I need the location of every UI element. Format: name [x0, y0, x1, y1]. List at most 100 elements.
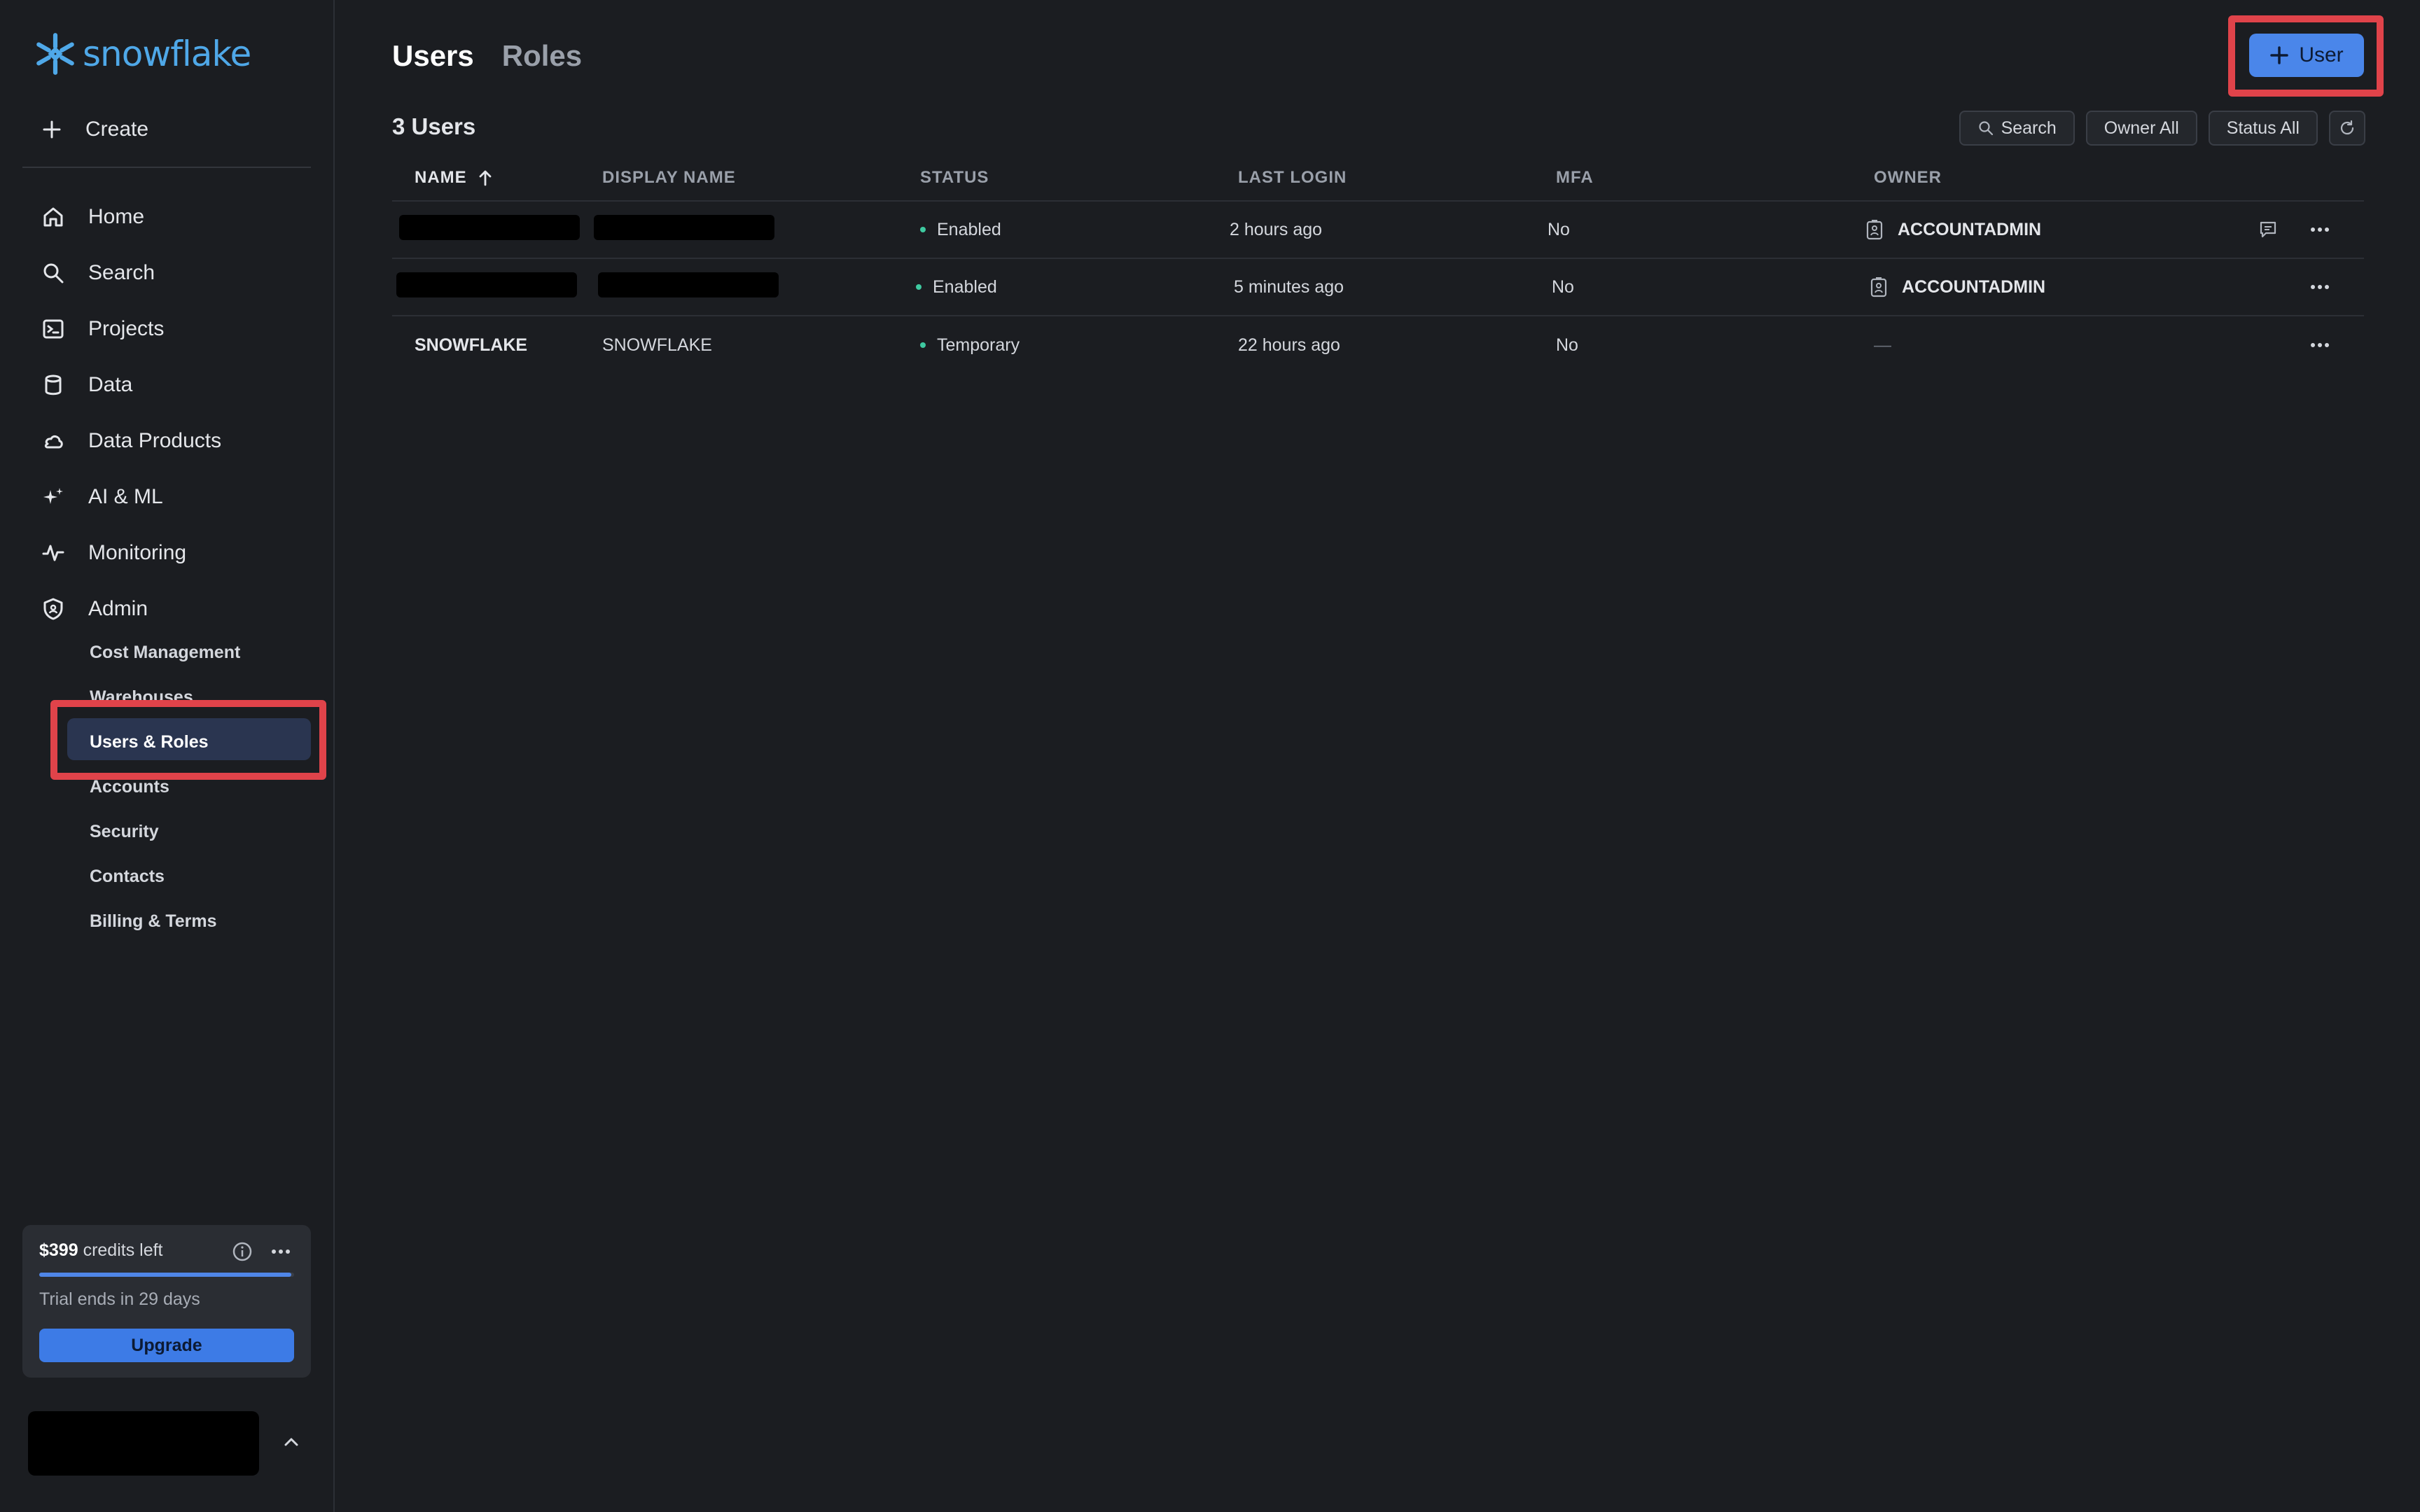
owner-cell: ACCOUNTADMIN: [1870, 276, 2220, 298]
refresh-button[interactable]: [2329, 111, 2365, 146]
users-count: 3 Users: [392, 113, 476, 139]
owner-cell: —: [1874, 335, 2224, 356]
status-cell: Temporary: [920, 335, 1238, 356]
user-name-cell: [392, 214, 602, 245]
sidebar-item-security[interactable]: Security: [90, 809, 240, 854]
chevron-up-icon[interactable]: [280, 1431, 302, 1453]
sidebar-item-projects[interactable]: Projects: [41, 301, 221, 357]
user-name-cell: [392, 272, 602, 302]
column-header-name[interactable]: NAME: [392, 168, 602, 188]
sidebar-item-label: Admin: [88, 597, 148, 620]
column-header-owner[interactable]: OWNER: [1874, 168, 2224, 188]
users-table: NAME DISPLAY NAME STATUS LAST LOGIN MFA …: [392, 155, 2364, 374]
redacted-display-name: [598, 272, 779, 298]
sidebar-item-ai-ml[interactable]: AI & ML: [41, 469, 221, 525]
cloud-icon: [44, 435, 63, 449]
tab-roles[interactable]: Roles: [502, 39, 582, 73]
column-header-last-login[interactable]: LAST LOGIN: [1238, 168, 1556, 188]
table-row[interactable]: SNOWFLAKE SNOWFLAKE Temporary 22 hours a…: [392, 316, 2364, 374]
status-dot: [916, 284, 922, 290]
create-button[interactable]: Create: [41, 118, 148, 141]
sidebar-item-label: Projects: [88, 317, 165, 340]
sidebar-item-data[interactable]: Data: [41, 357, 221, 413]
owner-text: —: [1874, 335, 1891, 355]
admin-subnav: Cost Management Warehouses Users & Roles…: [90, 630, 240, 944]
sidebar-item-admin[interactable]: Admin: [41, 581, 221, 637]
highlight-box-add-user: [2228, 15, 2384, 97]
sidebar-item-label: Search: [88, 261, 155, 284]
user-name-cell: SNOWFLAKE: [415, 335, 528, 355]
home-icon: [43, 207, 63, 227]
trial-text: Trial ends in 29 days: [39, 1289, 200, 1309]
snowflake-logo-icon: [36, 33, 74, 75]
account-menu-redacted[interactable]: [28, 1411, 259, 1476]
database-icon: [45, 374, 62, 396]
filter-bar: Search Owner All Status All: [1959, 111, 2365, 146]
table-row[interactable]: Enabled 2 hours ago No ACCOUNTADMIN: [392, 202, 2364, 259]
more-icon[interactable]: [2309, 219, 2330, 240]
sidebar-item-monitoring[interactable]: Monitoring: [41, 525, 221, 581]
comment-icon[interactable]: [2258, 219, 2279, 240]
create-label: Create: [85, 118, 149, 141]
display-name-cell: SNOWFLAKE: [602, 335, 712, 355]
column-header-label: NAME: [415, 168, 467, 187]
sidebar: snowflake Create Home Search Projects Da…: [0, 0, 335, 1512]
sidebar-item-cost-management[interactable]: Cost Management: [90, 630, 240, 675]
mfa-cell: No: [1548, 219, 1570, 239]
owner-filter-button[interactable]: Owner All: [2085, 111, 2197, 146]
sidebar-divider: [22, 167, 311, 168]
tabs: Users Roles: [392, 39, 582, 73]
sidebar-item-label: AI & ML: [88, 485, 163, 508]
search-filter-button[interactable]: Search: [1959, 111, 2075, 146]
sidebar-item-home[interactable]: Home: [41, 189, 221, 245]
sidebar-nav: Home Search Projects Data Data Products …: [41, 189, 221, 637]
sort-ascending-icon: [479, 170, 492, 186]
row-actions: [2220, 276, 2364, 298]
table-row[interactable]: Enabled 5 minutes ago No ACCOUNTADMIN: [392, 259, 2364, 316]
search-icon: [43, 263, 64, 284]
credits-amount: $399: [39, 1240, 78, 1260]
status-text: Enabled: [933, 276, 997, 297]
sidebar-item-data-products[interactable]: Data Products: [41, 413, 221, 469]
credits-card: $399 credits left Trial ends in 29 days …: [22, 1225, 311, 1378]
column-header-mfa[interactable]: MFA: [1556, 168, 1874, 188]
sidebar-item-billing-terms[interactable]: Billing & Terms: [90, 899, 240, 944]
display-name-cell: [594, 214, 912, 245]
brand-name: snowflake: [83, 34, 251, 74]
status-cell: Enabled: [920, 220, 1238, 240]
mfa-cell: No: [1552, 276, 1574, 297]
tab-users[interactable]: Users: [392, 39, 474, 73]
refresh-icon: [2340, 120, 2354, 135]
activity-icon: [42, 545, 64, 561]
status-filter-button[interactable]: Status All: [2208, 111, 2318, 146]
status-text: Temporary: [937, 335, 1020, 355]
credits-suffix: credits left: [83, 1240, 163, 1260]
info-icon[interactable]: [231, 1240, 253, 1263]
column-header-display-name[interactable]: DISPLAY NAME: [602, 168, 920, 188]
column-header-status[interactable]: STATUS: [920, 168, 1238, 188]
last-login-cell: 2 hours ago: [1230, 219, 1323, 239]
table-header: NAME DISPLAY NAME STATUS LAST LOGIN MFA …: [392, 155, 2364, 202]
shield-icon: [43, 598, 63, 620]
main-content: Users Roles User 3 Users Search Owner Al…: [336, 0, 2420, 1512]
sidebar-item-contacts[interactable]: Contacts: [90, 854, 240, 899]
status-text: Enabled: [937, 219, 1001, 239]
more-icon[interactable]: [2309, 335, 2330, 356]
snowflake-logo[interactable]: snowflake: [32, 31, 251, 77]
owner-text: ACCOUNTADMIN: [1902, 276, 2046, 297]
upgrade-button[interactable]: Upgrade: [39, 1329, 294, 1362]
sparkle-icon: [43, 488, 63, 504]
sidebar-item-search[interactable]: Search: [41, 245, 221, 301]
last-login-cell: 22 hours ago: [1238, 335, 1340, 355]
more-icon[interactable]: [270, 1241, 291, 1262]
credits-progress-bar: [39, 1273, 294, 1277]
more-icon[interactable]: [2309, 276, 2330, 298]
mfa-cell: No: [1556, 335, 1578, 355]
redacted-display-name: [594, 214, 774, 240]
redacted-name: [399, 214, 580, 240]
display-name-cell: [598, 272, 916, 302]
credits-progress-fill: [39, 1273, 292, 1277]
sidebar-item-label: Data: [88, 373, 133, 396]
plus-icon: [43, 120, 61, 139]
sidebar-item-label: Home: [88, 205, 145, 228]
